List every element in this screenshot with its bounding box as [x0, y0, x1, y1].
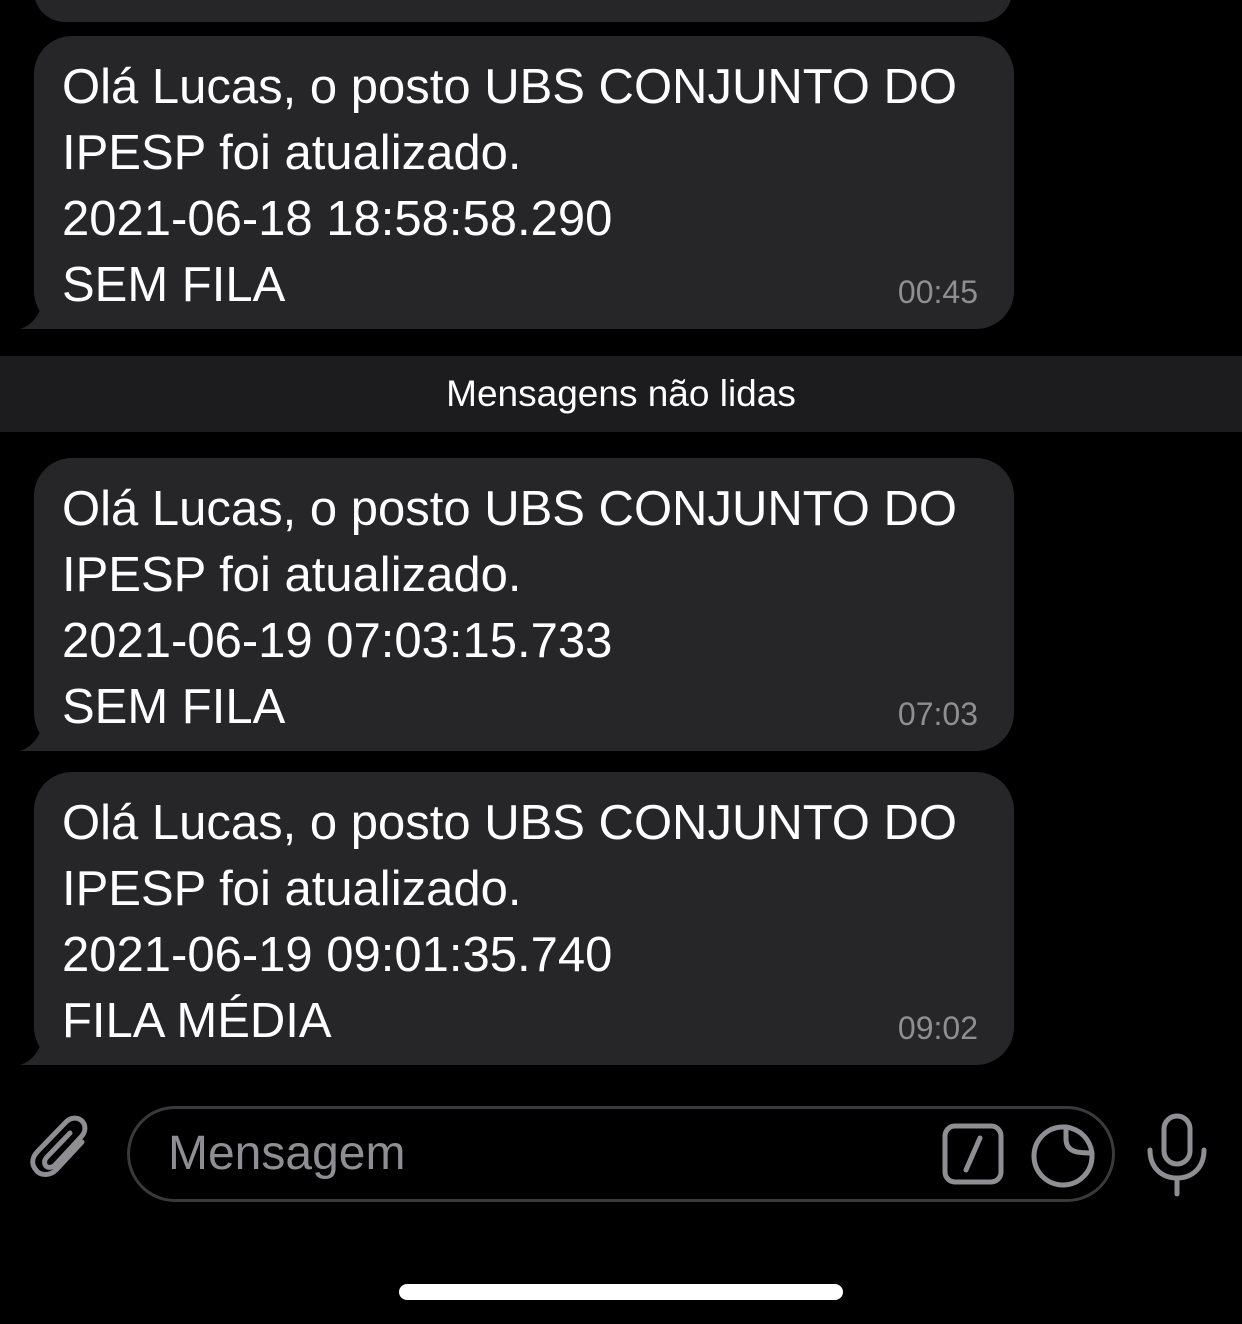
- message[interactable]: Olá Lucas, o posto UBS CONJUNTO DO IPESP…: [0, 36, 1020, 329]
- message-timestamp: 09:02: [897, 1010, 978, 1046]
- message-text-line: SEM FILA: [62, 680, 286, 734]
- home-indicator[interactable]: [399, 1284, 843, 1300]
- message-text-line: IPESP foi atualizado.: [62, 126, 522, 180]
- message-input-placeholder: Mensagem: [168, 1127, 406, 1180]
- slash-command-icon[interactable]: [942, 1123, 1004, 1185]
- message-text-line: 2021-06-19 07:03:15.733: [62, 614, 613, 668]
- unread-divider-label: Mensagens não lidas: [446, 373, 796, 414]
- message[interactable]: Olá Lucas, o posto UBS CONJUNTO DO IPESP…: [0, 772, 1020, 1065]
- message-composer: Mensagem: [0, 1090, 1242, 1220]
- message-text-line: 2021-06-19 09:01:35.740: [62, 928, 613, 982]
- message-bubble[interactable]: Olá Lucas, o posto UBS CONJUNTO DO IPESP…: [34, 36, 1014, 329]
- paperclip-icon[interactable]: [28, 1112, 100, 1188]
- message-bubble[interactable]: Olá Lucas, o posto UBS CONJUNTO DO IPESP…: [34, 458, 1014, 751]
- message-text-line: FILA MÉDIA: [62, 994, 332, 1048]
- message-bubble[interactable]: Olá Lucas, o posto UBS CONJUNTO DO IPESP…: [34, 772, 1014, 1065]
- message-text-line: IPESP foi atualizado.: [62, 548, 522, 602]
- message-timestamp: 07:03: [897, 696, 978, 732]
- message[interactable]: Olá Lucas, o posto UBS CONJUNTO DO IPESP…: [0, 458, 1020, 751]
- message-text-line: Olá Lucas, o posto UBS CONJUNTO DO: [62, 60, 957, 114]
- message-text-line: Olá Lucas, o posto UBS CONJUNTO DO: [62, 482, 957, 536]
- unread-messages-divider: Mensagens não lidas: [0, 356, 1242, 432]
- message-text-line: Olá Lucas, o posto UBS CONJUNTO DO: [62, 796, 957, 850]
- message-input[interactable]: Mensagem: [127, 1106, 1115, 1202]
- microphone-icon[interactable]: [1142, 1112, 1212, 1198]
- previous-message-bubble[interactable]: [34, 0, 1012, 22]
- message-text-line: IPESP foi atualizado.: [62, 862, 522, 916]
- message-text-line: SEM FILA: [62, 258, 286, 312]
- message-timestamp: 00:45: [897, 274, 978, 310]
- chat-history[interactable]: Olá Lucas, o posto UBS CONJUNTO DO IPESP…: [0, 0, 1242, 1090]
- sticker-icon[interactable]: [1030, 1123, 1096, 1189]
- message-text-line: 2021-06-18 18:58:58.290: [62, 192, 613, 246]
